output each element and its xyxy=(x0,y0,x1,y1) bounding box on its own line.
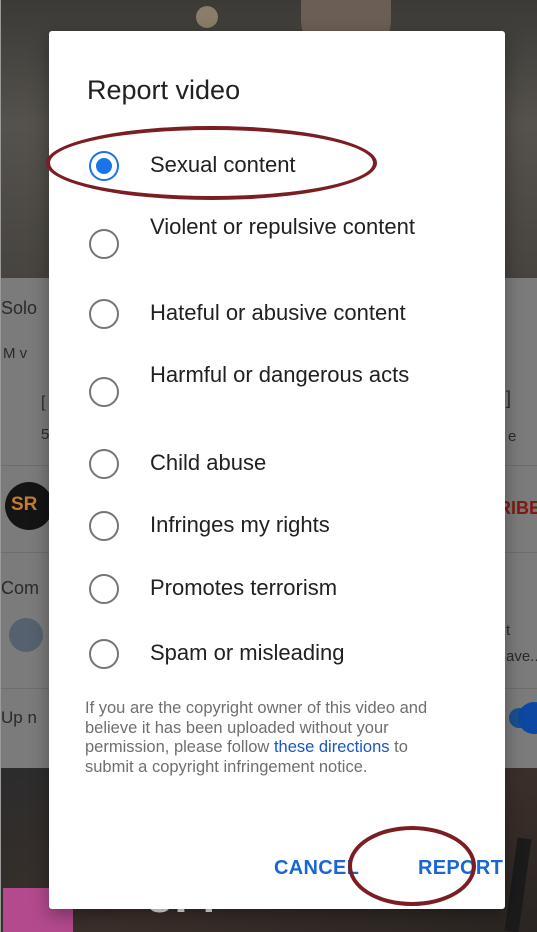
screen: Solo M v [ 5 ] e SR RIBE Com t ave... Up… xyxy=(0,0,537,932)
option-label: Spam or misleading xyxy=(150,640,345,665)
radio-unselected-icon[interactable] xyxy=(89,299,119,329)
option-label: Child abuse xyxy=(150,450,267,475)
these-directions-link[interactable]: these directions xyxy=(274,738,390,756)
report-button[interactable]: REPORT xyxy=(418,857,503,880)
background-label-fragment: e xyxy=(508,428,517,445)
background-up-next-fragment: Up n xyxy=(1,708,37,727)
background-thumbnail-object xyxy=(504,837,532,932)
background-channel-avatar: SR xyxy=(5,482,53,530)
radio-selected-icon[interactable] xyxy=(89,151,119,181)
background-comments-fragment: Com xyxy=(1,578,40,598)
copyright-note: If you are the copyright owner of this v… xyxy=(85,699,445,777)
option-label: Promotes terrorism xyxy=(150,575,338,600)
dialog-title: Report video xyxy=(87,75,241,105)
option-label: Hateful or abusive content xyxy=(150,300,406,325)
radio-unselected-icon[interactable] xyxy=(89,377,119,407)
background-bracket-fragment: [ xyxy=(41,394,46,411)
radio-unselected-icon[interactable] xyxy=(89,574,119,604)
option-label: Harmful or dangerous acts xyxy=(150,362,410,387)
background-meta-fragment: M v xyxy=(3,345,28,362)
option-label: Violent or repulsive content xyxy=(150,214,415,239)
report-video-dialog: Report video Sexual content Violent or r… xyxy=(49,31,505,909)
radio-unselected-icon[interactable] xyxy=(89,511,119,541)
cancel-button[interactable]: CANCEL xyxy=(274,857,359,880)
radio-unselected-icon[interactable] xyxy=(89,639,119,669)
radio-unselected-icon[interactable] xyxy=(89,229,119,259)
option-label: Sexual content xyxy=(150,152,296,177)
radio-unselected-icon[interactable] xyxy=(89,449,119,479)
background-user-icon xyxy=(9,618,43,652)
background-lamp xyxy=(196,6,218,28)
background-bracket-right-fragment: ] xyxy=(506,388,512,408)
option-label: Infringes my rights xyxy=(150,512,330,537)
background-comment-fragment-2: ave... xyxy=(506,648,537,665)
background-title-fragment: Solo xyxy=(1,298,38,318)
background-channel-initials: SR xyxy=(11,494,38,515)
background-comment-fragment: t xyxy=(506,622,511,639)
